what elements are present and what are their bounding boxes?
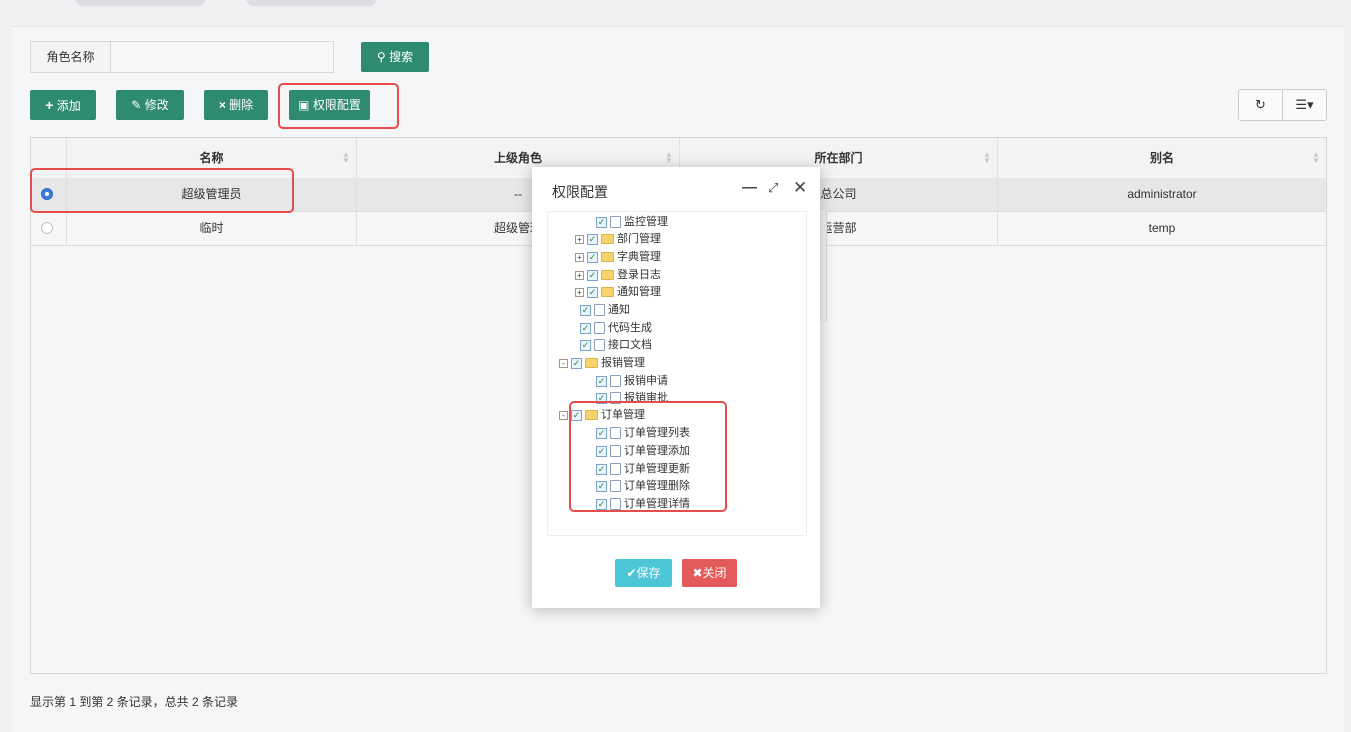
column-header-label: 上级角色 xyxy=(493,151,542,165)
refresh-icon[interactable]: ↻ xyxy=(1239,90,1282,120)
folder-icon xyxy=(601,287,614,298)
tree-node-label: 代码生成 xyxy=(608,322,652,334)
row-select-cell[interactable] xyxy=(31,212,66,245)
tree-checkbox[interactable]: ✓ xyxy=(596,375,607,387)
role-name-input[interactable] xyxy=(110,41,334,73)
file-icon xyxy=(594,304,605,317)
role-name-label: 角色名称 xyxy=(30,41,110,73)
close-icon: × xyxy=(218,98,226,112)
file-icon xyxy=(610,216,621,229)
sort-icon: ▲ ▼ xyxy=(665,150,673,165)
column-header-alias[interactable]: 别名 ▲ ▼ xyxy=(997,138,1326,178)
sort-icon: ▲ ▼ xyxy=(1312,150,1320,165)
expand-icon[interactable]: + xyxy=(575,234,584,244)
tree-node[interactable]: + ✓ 部门管理 xyxy=(575,231,661,248)
tree-node-label: 监控管理 xyxy=(624,216,668,228)
expand-icon[interactable]: + xyxy=(575,252,584,262)
folder-icon xyxy=(585,358,598,369)
tree-node-label: 部门管理 xyxy=(617,233,661,245)
file-icon xyxy=(594,322,605,335)
folder-icon xyxy=(601,252,614,263)
dialog-title: 权限配置 xyxy=(552,184,608,200)
cell-alias: administrator xyxy=(997,178,1326,211)
column-header-label: 所在部门 xyxy=(814,151,863,165)
tree-node[interactable]: ✓ 报销申请 xyxy=(596,373,668,390)
scrollbar[interactable] xyxy=(820,210,827,322)
expand-icon[interactable]: + xyxy=(575,287,584,297)
tree-node-label: 报销申请 xyxy=(624,375,668,387)
permission-dialog: 权限配置 — ⤢ ✕ ✓ 监控管理 + ✓ 部门管理 + ✓ 字典管理 + ✓ 登录日志 + ✓ 通知管理… xyxy=(532,167,820,608)
column-header-label: 名称 xyxy=(199,151,224,165)
close-button[interactable]: ✖关闭 xyxy=(682,559,737,587)
close-icon[interactable]: ✕ xyxy=(793,179,807,197)
search-button[interactable]: ⚲ 搜索 xyxy=(361,42,429,72)
search-button-label: 搜索 xyxy=(389,50,414,64)
tree-checkbox[interactable]: ✓ xyxy=(580,304,591,316)
folder-icon xyxy=(601,234,614,245)
tree-checkbox[interactable]: ✓ xyxy=(596,216,607,228)
cell-alias: temp xyxy=(997,212,1326,245)
tree-node-label: 报销管理 xyxy=(601,357,645,369)
add-button-label: 添加 xyxy=(56,99,81,113)
top-tab[interactable] xyxy=(75,0,206,6)
highlight-permission-button xyxy=(278,83,399,129)
tree-checkbox[interactable]: ✓ xyxy=(587,269,598,281)
tree-node[interactable]: + ✓ 登录日志 xyxy=(575,267,661,284)
collapse-icon[interactable]: - xyxy=(559,358,568,368)
tree-node[interactable]: + ✓ 通知管理 xyxy=(575,284,661,301)
collapse-icon[interactable]: - xyxy=(559,410,568,420)
edit-icon: ✎ xyxy=(131,98,142,112)
add-button[interactable]: + 添加 xyxy=(30,90,96,120)
file-icon xyxy=(610,375,621,388)
tree-node[interactable]: ✓ 接口文档 xyxy=(580,337,652,354)
tree-node[interactable]: ✓ 通知 xyxy=(580,302,630,319)
tree-node[interactable]: ✓ 监控管理 xyxy=(596,214,668,231)
tree-checkbox[interactable]: ✓ xyxy=(580,339,591,351)
folder-icon xyxy=(601,270,614,281)
pagination-info: 显示第 1 到第 2 条记录，总共 2 条记录 xyxy=(30,695,239,709)
edit-button[interactable]: ✎ 修改 xyxy=(116,90,184,120)
tree-node-label: 通知管理 xyxy=(617,286,661,298)
tree-node[interactable]: - ✓ 报销管理 xyxy=(559,355,645,372)
tree-node[interactable]: ✓ 代码生成 xyxy=(580,320,652,337)
delete-button-label: 删除 xyxy=(229,98,254,112)
top-tab-strip xyxy=(0,0,1351,10)
tree-checkbox[interactable]: ✓ xyxy=(580,322,591,334)
tree-checkbox[interactable]: ✓ xyxy=(571,357,582,369)
tree-node-label: 接口文档 xyxy=(608,339,652,351)
plus-icon: + xyxy=(45,97,54,113)
tree-node-label: 登录日志 xyxy=(617,269,661,281)
tree-node-label: 通知 xyxy=(608,304,630,316)
save-button[interactable]: ✔保存 xyxy=(615,559,672,587)
minimize-icon[interactable]: — xyxy=(742,179,757,197)
highlight-order-management xyxy=(569,401,727,512)
expand-icon[interactable]: + xyxy=(575,270,584,280)
file-icon xyxy=(594,339,605,352)
sort-icon: ▲ ▼ xyxy=(983,150,991,165)
maximize-icon[interactable]: ⤢ xyxy=(768,179,778,197)
top-tab[interactable] xyxy=(246,0,377,6)
search-icon: ⚲ xyxy=(376,50,386,64)
edit-button-label: 修改 xyxy=(144,98,169,112)
sort-icon: ▲ ▼ xyxy=(342,150,350,165)
column-header-label: 别名 xyxy=(1149,151,1174,165)
table-tools: ↻ ☰▾ xyxy=(1238,89,1327,121)
cell-name: 临时 xyxy=(66,212,356,245)
tree-checkbox[interactable]: ✓ xyxy=(587,251,598,263)
tree-checkbox[interactable]: ✓ xyxy=(587,286,598,298)
delete-button[interactable]: × 删除 xyxy=(204,90,268,120)
highlight-super-admin-row xyxy=(30,168,294,213)
tree-node-label: 字典管理 xyxy=(617,251,661,263)
row-radio[interactable] xyxy=(41,222,53,234)
tree-checkbox[interactable]: ✓ xyxy=(587,233,598,245)
columns-icon[interactable]: ☰▾ xyxy=(1283,90,1326,120)
tree-node[interactable]: + ✓ 字典管理 xyxy=(575,249,661,266)
